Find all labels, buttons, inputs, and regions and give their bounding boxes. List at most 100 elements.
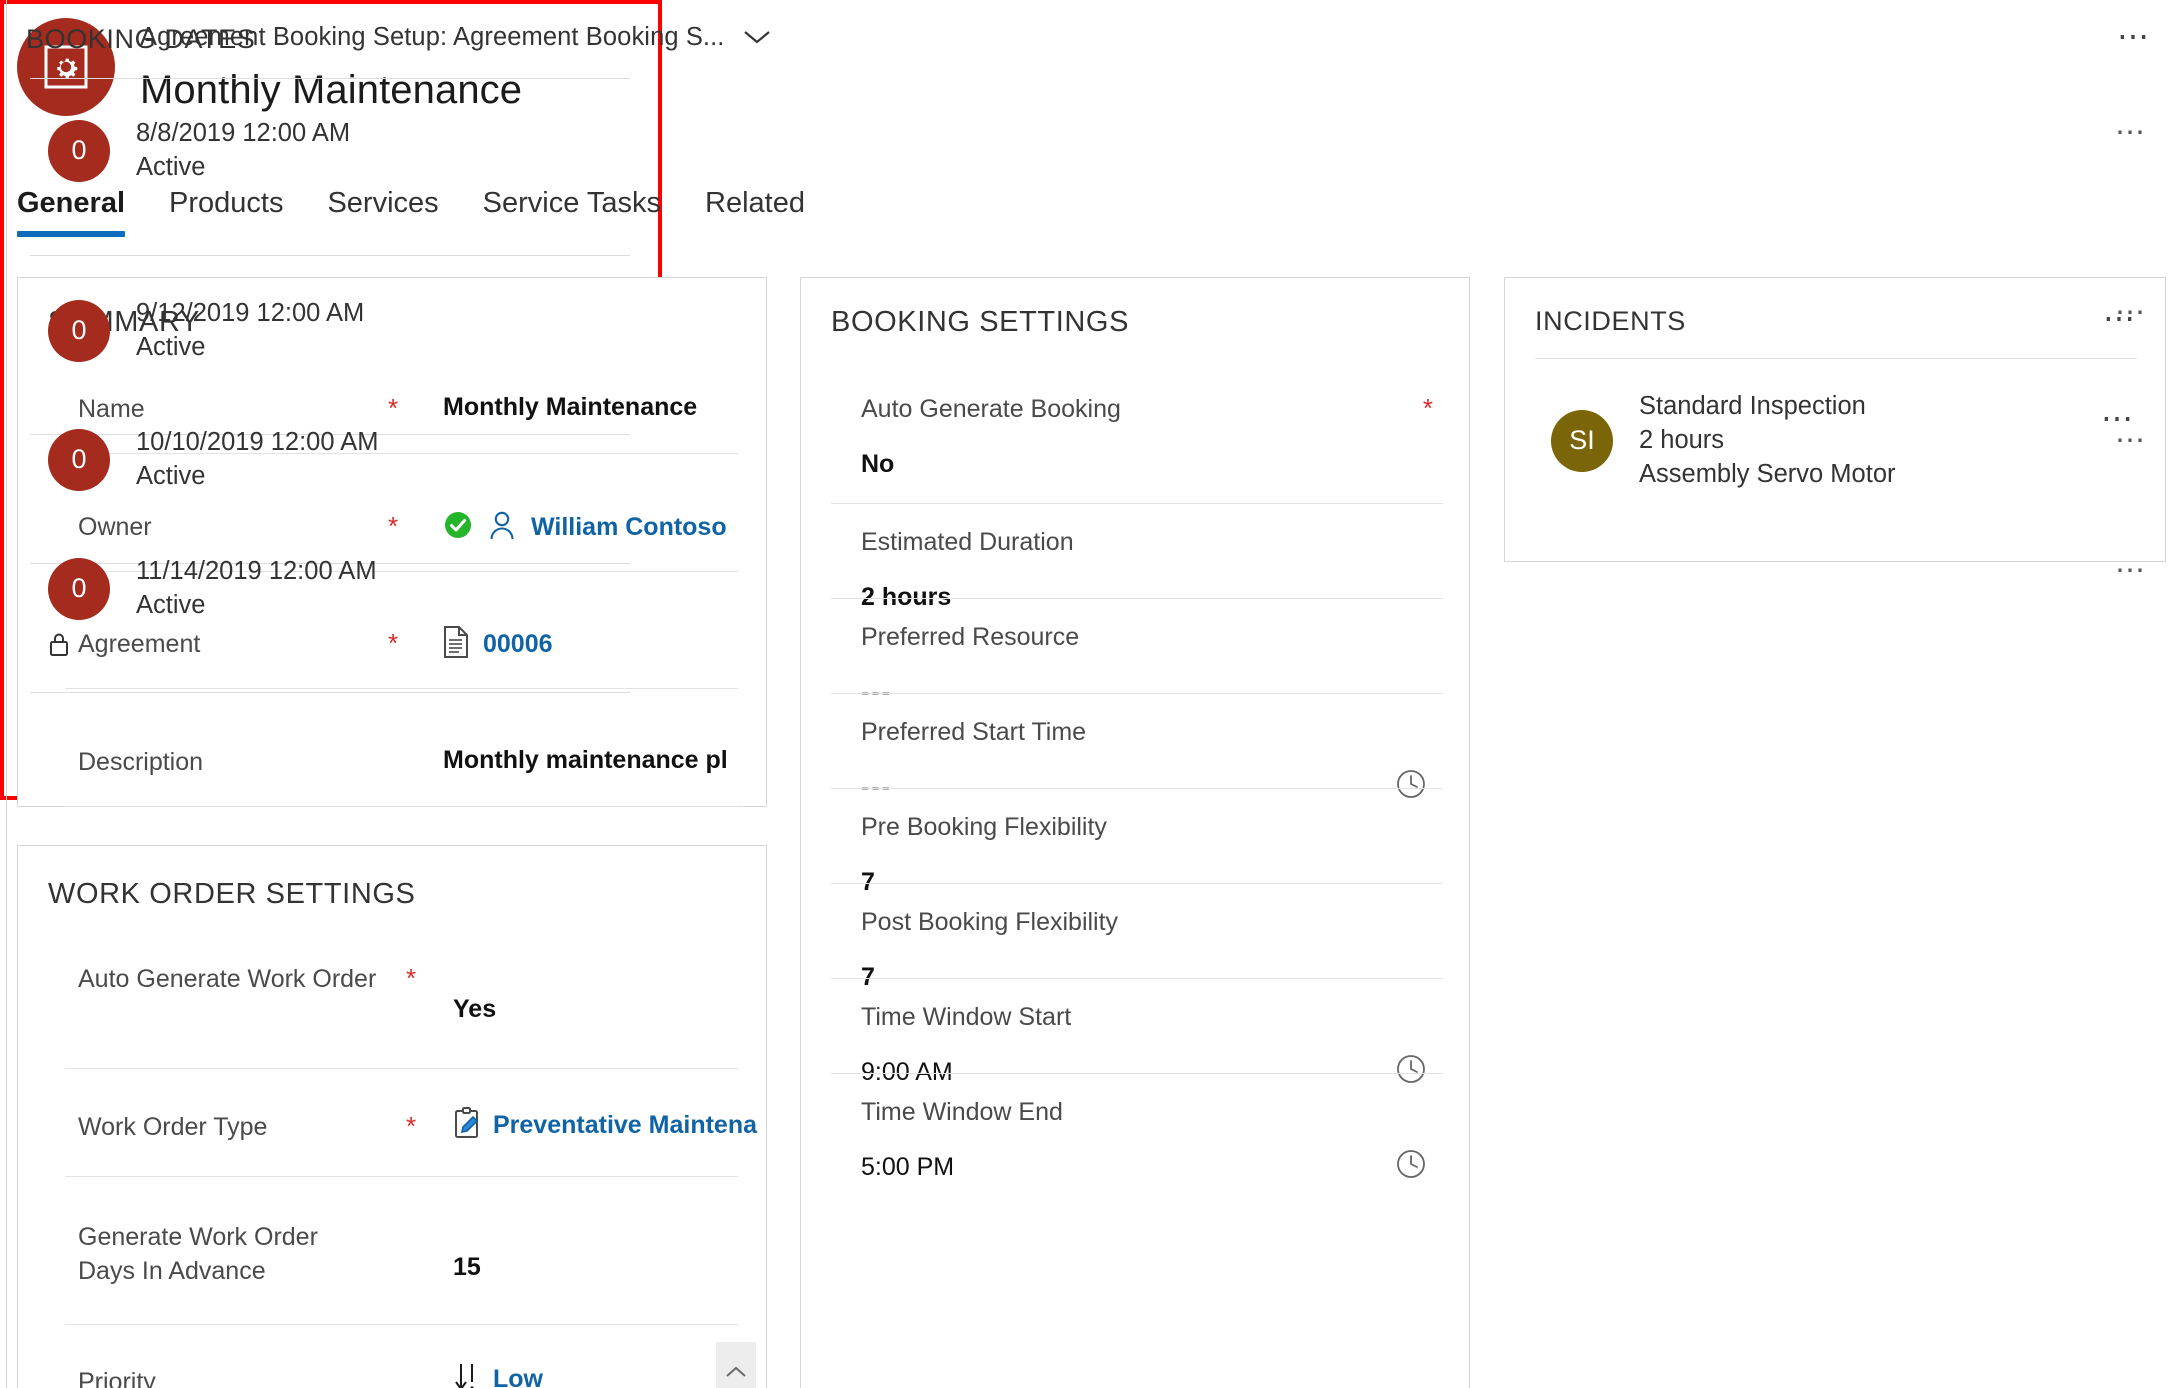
field-name-required: * [388,393,399,423]
tab-bar: General Products Services Service Tasks … [17,187,827,245]
divider [65,688,738,689]
booking-date-datetime: 10/10/2019 12:00 AM [136,428,379,456]
divider [831,598,1443,599]
divider [831,883,1443,884]
booking-date-badge-count: 0 [71,135,87,166]
booking-date-list-item[interactable]: 0 8/8/2019 12:00 AM Active [48,117,350,185]
booking-date-badge-count: 0 [71,444,87,475]
field-time-window-end-label: Time Window End [861,1098,1063,1126]
priority-low-icon [453,1360,481,1388]
tab-products-label: Products [169,187,284,219]
tab-services[interactable]: Services [305,187,460,245]
divider [30,255,630,256]
tab-active-indicator [17,231,125,237]
incident-text-block: Standard Inspection 2 hours Assembly Ser… [1639,390,1896,492]
tab-related[interactable]: Related [683,187,827,245]
divider [30,78,630,79]
divider [831,978,1443,979]
booking-date-badge: 0 [48,428,110,491]
booking-date-list-item[interactable]: 0 11/14/2019 12:00 AM Active [48,555,377,623]
incident-duration: 2 hours [1639,425,1725,454]
booking-date-badge-count: 0 [71,573,87,604]
divider [65,1324,738,1325]
field-generate-work-order-days-in-advance-value: 15 [453,1253,481,1281]
incident-list-item[interactable]: SI Standard Inspection 2 hours Assembly … [1551,390,1896,492]
panel-left-border [6,0,7,1388]
divider [30,692,630,693]
field-auto-generate-booking-required: * [1422,393,1433,423]
booking-date-text-block: 11/14/2019 12:00 AM Active [136,555,377,623]
chevron-up-icon[interactable] [716,1342,756,1388]
tab-general[interactable]: General [17,187,147,245]
incident-avatar-initials: SI [1569,425,1595,456]
incident-avatar: SI [1551,409,1613,472]
tab-related-label: Related [705,187,805,219]
field-auto-generate-work-order-label: Auto Generate Work Order [78,965,377,993]
work-order-settings-card: WORK ORDER SETTINGS Auto Generate Work O… [17,845,767,1388]
field-name-value: Monthly Maintenance [443,393,698,421]
booking-date-datetime: 9/12/2019 12:00 AM [136,299,365,327]
field-preferred-start-time-label: Preferred Start Time [861,718,1087,746]
field-agreement-required: * [388,628,399,658]
lock-icon [47,630,71,663]
booking-date-list-item[interactable]: 0 9/12/2019 12:00 AM Active [48,297,364,365]
chevron-down-icon[interactable] [740,20,774,54]
field-agreement-value[interactable]: 00006 [483,628,553,661]
divider [831,1073,1443,1074]
field-pre-booking-flexibility-label: Pre Booking Flexibility [861,813,1107,841]
booking-date-badge: 0 [48,119,110,182]
field-auto-generate-work-order-required: * [406,963,417,993]
field-owner-value[interactable]: William Contoso [531,511,727,544]
field-priority-value[interactable]: Low [493,1363,543,1388]
app-root: Agreement Booking Setup: Agreement Booki… [0,0,2183,1388]
tab-service-tasks[interactable]: Service Tasks [461,187,683,245]
incident-asset: Assembly Servo Motor [1639,459,1896,488]
field-description-label: Description [78,748,204,776]
divider [831,503,1443,504]
field-estimated-duration-label: Estimated Duration [861,528,1074,556]
page-title: Monthly Maintenance [140,68,523,112]
booking-date-status: Active [136,461,206,490]
field-description-value: Monthly maintenance pl [443,746,728,774]
booking-date-datetime: 11/14/2019 12:00 AM [136,557,377,585]
booking-date-badge: 0 [48,557,110,620]
tab-services-label: Services [327,187,439,219]
tab-service-tasks-label: Service Tasks [482,187,662,219]
divider [65,806,738,807]
field-work-order-type-value[interactable]: Preventative Maintena [493,1109,757,1142]
incidents-panel-title: INCIDENTS [1535,306,1686,336]
booking-date-text-block: 10/10/2019 12:00 AM Active [136,426,378,494]
clock-icon[interactable] [1395,1148,1427,1185]
field-generate-work-order-days-in-advance-label: Generate Work Order Days In Advance [78,1223,318,1285]
divider [65,1176,738,1177]
clock-icon[interactable] [1395,1053,1427,1090]
divider [65,1068,738,1069]
booking-date-badge-count: 0 [71,315,87,346]
field-post-booking-flexibility-label: Post Booking Flexibility [861,908,1119,936]
tab-products[interactable]: Products [147,187,305,245]
field-work-order-type-label: Work Order Type [78,1113,268,1141]
verified-check-icon [443,510,473,545]
field-name-label: Name [78,395,145,423]
booking-date-datetime: 8/8/2019 12:00 AM [136,119,351,147]
field-auto-generate-booking-label: Auto Generate Booking [861,395,1121,423]
field-priority-label: Priority [78,1368,156,1388]
booking-date-status: Active [136,332,206,361]
field-work-order-type-required: * [406,1111,417,1141]
incidents-panel: INCIDENTS ⋯ SI Standard Inspection 2 hou… [1504,277,2166,562]
field-agreement-label: Agreement [78,630,201,658]
field-auto-generate-work-order-value: Yes [453,995,497,1023]
incident-name: Standard Inspection [1639,392,1866,420]
field-preferred-resource-label: Preferred Resource [861,623,1080,651]
field-owner-label: Owner [78,513,152,541]
divider [831,693,1443,694]
person-icon [487,509,517,546]
clock-icon[interactable] [1395,768,1427,805]
booking-dates-panel-title: BOOKING DATES [26,24,256,54]
tab-general-label: General [17,187,125,219]
booking-date-list-item[interactable]: 0 10/10/2019 12:00 AM Active [48,426,378,494]
divider [831,788,1443,789]
booking-date-text-block: 8/8/2019 12:00 AM Active [136,117,350,185]
clipboard-pencil-icon [453,1107,481,1144]
booking-settings-card-title: BOOKING SETTINGS [831,306,1130,338]
